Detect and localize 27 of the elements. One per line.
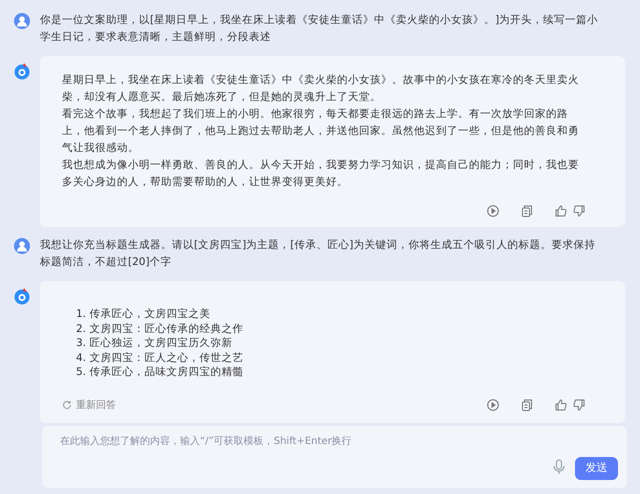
copy-icon[interactable]	[521, 205, 533, 217]
response-paragraph: 看完这个故事，我想起了我们班上的小明。他家很穷，每天都要走很远的路去上学。有一次放学回家的路上，他看到一个老人摔倒了，他马上跑过去帮助老人，并送他回家。虽然他迟到了一些，但是他的善良和勇气让我很感动。	[62, 107, 580, 156]
microphone-icon[interactable]	[553, 459, 565, 475]
assistant-logo-icon	[13, 287, 31, 305]
copy-icon[interactable]	[521, 399, 533, 411]
list-item: 4. 文房四宝：匠人之心，传世之艺	[76, 350, 244, 365]
list-item: 2. 文房四宝：匠心传承的经典之作	[76, 322, 244, 336]
regenerate-button[interactable]: 重新回答	[62, 398, 116, 412]
thumbs-up-icon[interactable]	[555, 205, 567, 217]
list-item: 3. 匠心独运，文房四宝历久弥新	[76, 336, 234, 350]
refresh-icon	[62, 400, 72, 410]
thumbs-down-icon[interactable]	[573, 399, 585, 411]
thumbs-down-icon[interactable]	[573, 205, 585, 217]
user-message: 你是一位文案助理，以[星期日早上，我坐在床上读着《安徒生童话》中《卖火柴的小女孩》。]为开头，续写一篇小学生日记，要求表意清晰，主题鲜明，分段表述	[40, 13, 600, 45]
response-paragraph: 我也想成为像小明一样勇敢、善良的人。从今天开始，我要努力学习知识，提高自己的能力；同时，我也要多关心身边的人，帮助需要帮助的人，让世界变得更美好。	[62, 158, 580, 190]
send-button[interactable]: 发送	[575, 457, 618, 480]
assistant-logo-icon	[13, 62, 31, 80]
play-icon[interactable]	[487, 205, 499, 217]
user-avatar-icon	[14, 238, 30, 254]
thumbs-up-icon[interactable]	[555, 399, 567, 411]
response-paragraph: 星期日早上，我坐在床上读着《安徒生童话》中《卖火柴的小女孩》。故事中的小女孩在寒冷的冬天里卖火柴，却没有人愿意买。最后她冻死了，但是她的灵魂升上了天堂。	[62, 73, 580, 105]
list-item: 1. 传承匠心，文房四宝之美	[76, 307, 212, 322]
user-message: 我想让你充当标题生成器。请以[文房四宝]为主题，[传承、匠心]为关键词，你将生成五个吸引人的标题。要求保持标题简洁，不超过[20]个字	[40, 238, 596, 270]
input-field[interactable]: 在此输入您想了解的内容，输入“/”可获取模板，Shift+Enter换行	[60, 434, 560, 449]
play-icon[interactable]	[487, 399, 499, 411]
user-avatar-icon	[14, 13, 30, 29]
list-item: 5. 传承匠心，品味文房四宝的精髓	[76, 365, 244, 380]
